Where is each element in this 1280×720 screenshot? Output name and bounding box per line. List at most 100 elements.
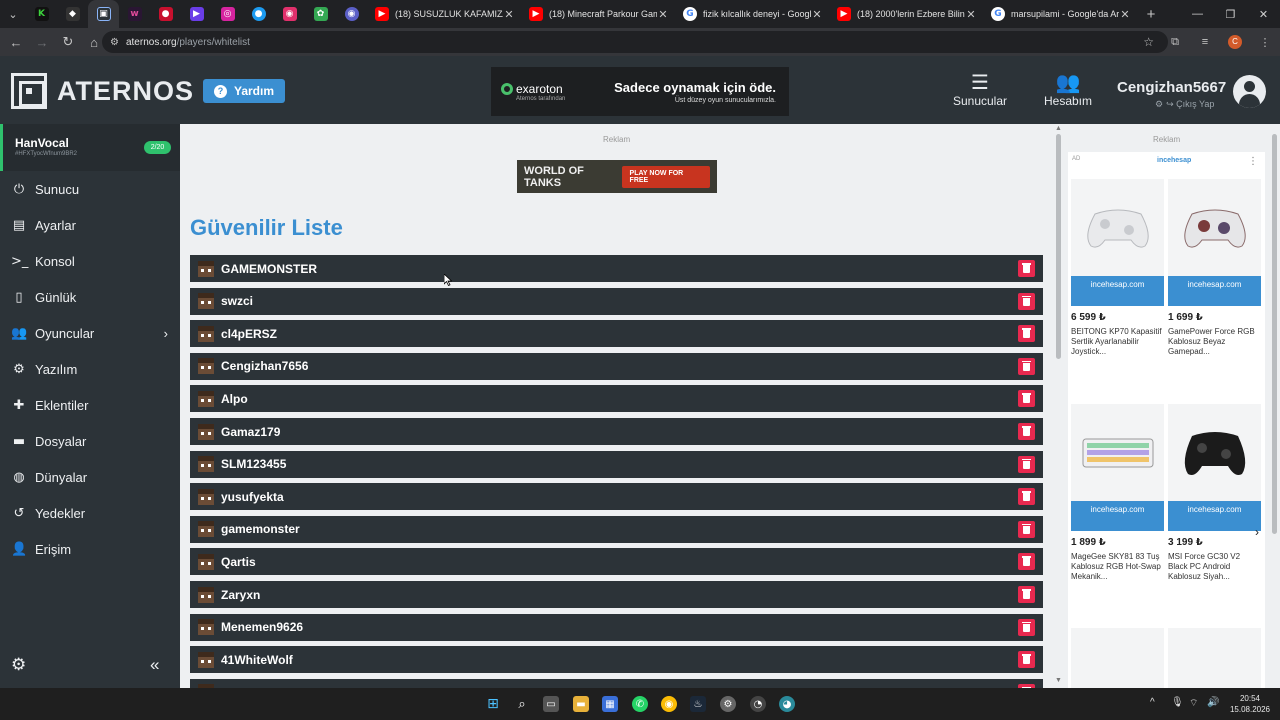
chrome-icon[interactable]: ◉ bbox=[661, 696, 677, 712]
sidebar-item-console[interactable]: >_ Konsol bbox=[11, 247, 176, 275]
search-icon[interactable]: ⌕ bbox=[514, 696, 530, 712]
site-info-icon[interactable]: ⚙ bbox=[110, 37, 119, 48]
gear-icon[interactable]: ⚙ bbox=[1155, 99, 1163, 109]
world-of-tanks-ad[interactable]: WORLD OF TANKS PLAY NOW FOR FREE bbox=[517, 160, 717, 193]
pinned-tab[interactable]: ◆ bbox=[57, 0, 88, 28]
pinned-tab[interactable]: ● bbox=[243, 0, 274, 28]
steam-icon[interactable]: ♨ bbox=[690, 696, 706, 712]
pinned-tab-aternos[interactable]: ▣ bbox=[88, 0, 119, 28]
delete-player-button[interactable] bbox=[1018, 618, 1035, 636]
delete-player-button[interactable] bbox=[1018, 586, 1035, 603]
aternos-logo[interactable]: ATERNOS bbox=[11, 73, 194, 109]
pinned-tab[interactable]: ✿ bbox=[305, 0, 336, 28]
restore-icon[interactable]: ❐ bbox=[1214, 0, 1247, 28]
media-queue-icon[interactable]: ≡ bbox=[1190, 36, 1220, 48]
file-explorer-icon[interactable]: ▬ bbox=[573, 696, 589, 712]
scroll-down-icon[interactable]: ▼ bbox=[1055, 677, 1062, 684]
browser-tab[interactable]: G fizik kılcallık deneyi - Google'c ✕ bbox=[675, 0, 829, 28]
delete-player-button[interactable] bbox=[1018, 325, 1035, 343]
sidebar-item-worlds[interactable]: ◍ Dünyalar bbox=[11, 463, 176, 491]
whatsapp-icon[interactable]: ✆ bbox=[632, 696, 648, 712]
sidebar-item-log[interactable]: ▯ Günlük bbox=[11, 283, 176, 311]
nav-servers[interactable]: ☰ Sunucular bbox=[952, 72, 1008, 108]
pinned-tab[interactable]: ◉ bbox=[274, 0, 305, 28]
pinned-tab[interactable]: ◉ bbox=[336, 0, 367, 28]
delete-player-button[interactable] bbox=[1018, 260, 1035, 277]
sidebar-item-plugins[interactable]: ✚ Eklentiler bbox=[11, 391, 176, 419]
sidebar-item-backups[interactable]: ↺ Yedekler bbox=[11, 499, 176, 527]
delete-player-button[interactable] bbox=[1018, 520, 1035, 538]
product-card[interactable]: incehesap.com 1 899 ₺ MageGee SKY81 83 T… bbox=[1071, 404, 1164, 582]
browser-tab[interactable]: G marsupilami - Google'da Ara ✕ bbox=[983, 0, 1137, 28]
product-card[interactable] bbox=[1071, 628, 1164, 688]
server-selector[interactable]: HanVocal #HFXTyocWfnum9BR2 2/20 bbox=[0, 124, 180, 171]
new-tab-button[interactable]: + bbox=[1137, 6, 1165, 23]
exaroton-ad-banner[interactable]: exaroton Aternos tarafından Sadece oynam… bbox=[491, 67, 789, 116]
tray-overflow-icon[interactable]: ^ bbox=[1150, 697, 1155, 708]
tab-close-icon[interactable]: ✕ bbox=[811, 8, 823, 21]
sidebar-item-files[interactable]: ▬ Dosyalar bbox=[11, 427, 176, 455]
task-view-icon[interactable]: ▭ bbox=[543, 696, 559, 712]
forward-arrow-icon[interactable]: → bbox=[30, 30, 54, 54]
browser-menu-icon[interactable]: ⋮ bbox=[1250, 36, 1280, 49]
reload-icon[interactable]: ↻ bbox=[56, 30, 80, 54]
collapse-sidebar-icon[interactable]: « bbox=[150, 655, 159, 675]
logout-link[interactable]: ⚙ ↪ Çıkış Yap bbox=[1117, 99, 1226, 110]
store-icon[interactable]: ▦ bbox=[602, 696, 618, 712]
settings-icon[interactable]: ⚙ bbox=[720, 696, 736, 712]
browser-tab[interactable]: ▶ (18) SUSUZLUK KAFAMIZA VU ✕ bbox=[367, 0, 521, 28]
windows-start-icon[interactable]: ⊞ bbox=[485, 696, 501, 712]
nav-account[interactable]: 👥 Hesabım bbox=[1041, 72, 1095, 108]
sidebar-item-access[interactable]: 👤 Erişim bbox=[11, 535, 176, 563]
delete-player-button[interactable] bbox=[1018, 390, 1035, 408]
tab-search-chevron-icon[interactable]: ⌄ bbox=[0, 0, 26, 28]
pinned-tab[interactable]: ▶ bbox=[181, 0, 212, 28]
user-avatar-icon[interactable] bbox=[1233, 75, 1266, 108]
scrollbar-thumb[interactable] bbox=[1056, 134, 1061, 359]
back-arrow-icon[interactable]: ← bbox=[4, 30, 28, 54]
carousel-next-icon[interactable]: › bbox=[1255, 525, 1259, 539]
app-icon[interactable]: ◔ bbox=[750, 696, 766, 712]
tab-close-icon[interactable]: ✕ bbox=[503, 8, 515, 21]
tab-close-icon[interactable]: ✕ bbox=[657, 8, 669, 21]
delete-player-button[interactable] bbox=[1018, 651, 1035, 669]
scroll-up-icon[interactable]: ▲ bbox=[1055, 125, 1062, 132]
delete-player-button[interactable] bbox=[1018, 292, 1035, 310]
ad-options-icon[interactable]: ⋮ bbox=[1248, 156, 1258, 167]
product-card[interactable] bbox=[1168, 628, 1261, 688]
pinned-tab[interactable]: K bbox=[26, 0, 57, 28]
product-card[interactable]: incehesap.com 3 199 ₺ MSI Force GC30 V2 … bbox=[1168, 404, 1261, 582]
username[interactable]: Cengizhan5667 bbox=[1117, 79, 1226, 96]
microphone-icon[interactable]: 🎙 bbox=[1171, 697, 1184, 708]
delete-player-button[interactable] bbox=[1018, 488, 1035, 506]
delete-player-button[interactable] bbox=[1018, 357, 1035, 375]
address-bar[interactable]: ⚙ aternos.org/players/whitelist ☆ bbox=[102, 31, 1168, 53]
bookmark-star-icon[interactable]: ☆ bbox=[1143, 35, 1154, 49]
gear-icon[interactable]: ⚙ bbox=[11, 655, 26, 675]
browser-tab[interactable]: ▶ (18) 2000'lerin Ezbere Bilinen ✕ bbox=[829, 0, 983, 28]
extensions-icon[interactable]: ⧉ bbox=[1160, 36, 1190, 49]
delete-player-button[interactable] bbox=[1018, 423, 1035, 440]
sidebar-item-server[interactable]: ⏻ Sunucu bbox=[11, 175, 176, 203]
profile-avatar[interactable]: C bbox=[1228, 35, 1242, 49]
product-card[interactable]: incehesap.com 6 599 ₺ BEITONG KP70 Kapas… bbox=[1071, 179, 1164, 357]
sidebar-item-software[interactable]: ⚙ Yazılım bbox=[11, 355, 176, 383]
sidebar-item-players[interactable]: 👥 Oyuncular › bbox=[11, 319, 176, 347]
help-button[interactable]: ? Yardım bbox=[203, 79, 285, 103]
scrollbar-thumb[interactable] bbox=[1272, 134, 1277, 534]
product-card[interactable]: incehesap.com 1 699 ₺ GamePower Force RG… bbox=[1168, 179, 1261, 357]
product-ad[interactable]: AD incehesap ⋮ incehesap.com 6 599 ₺ BEI… bbox=[1068, 152, 1265, 688]
app-icon[interactable]: ◕ bbox=[779, 696, 795, 712]
wot-play-button[interactable]: PLAY NOW FOR FREE bbox=[621, 165, 710, 188]
sidebar-item-settings[interactable]: ▤ Ayarlar bbox=[11, 211, 176, 239]
minimize-icon[interactable]: — bbox=[1181, 0, 1214, 28]
pinned-tab[interactable]: ◎ bbox=[212, 0, 243, 28]
network-icon[interactable]: ⌔ bbox=[1189, 697, 1198, 710]
tab-close-icon[interactable]: ✕ bbox=[1119, 8, 1131, 21]
main-scrollbar[interactable]: ▲ ▼ bbox=[1053, 124, 1065, 688]
pinned-tab[interactable]: ● bbox=[150, 0, 181, 28]
delete-player-button[interactable] bbox=[1018, 455, 1035, 473]
volume-icon[interactable]: 🔊 bbox=[1207, 697, 1219, 708]
pinned-tab[interactable]: w bbox=[119, 0, 150, 28]
tab-close-icon[interactable]: ✕ bbox=[965, 8, 977, 21]
